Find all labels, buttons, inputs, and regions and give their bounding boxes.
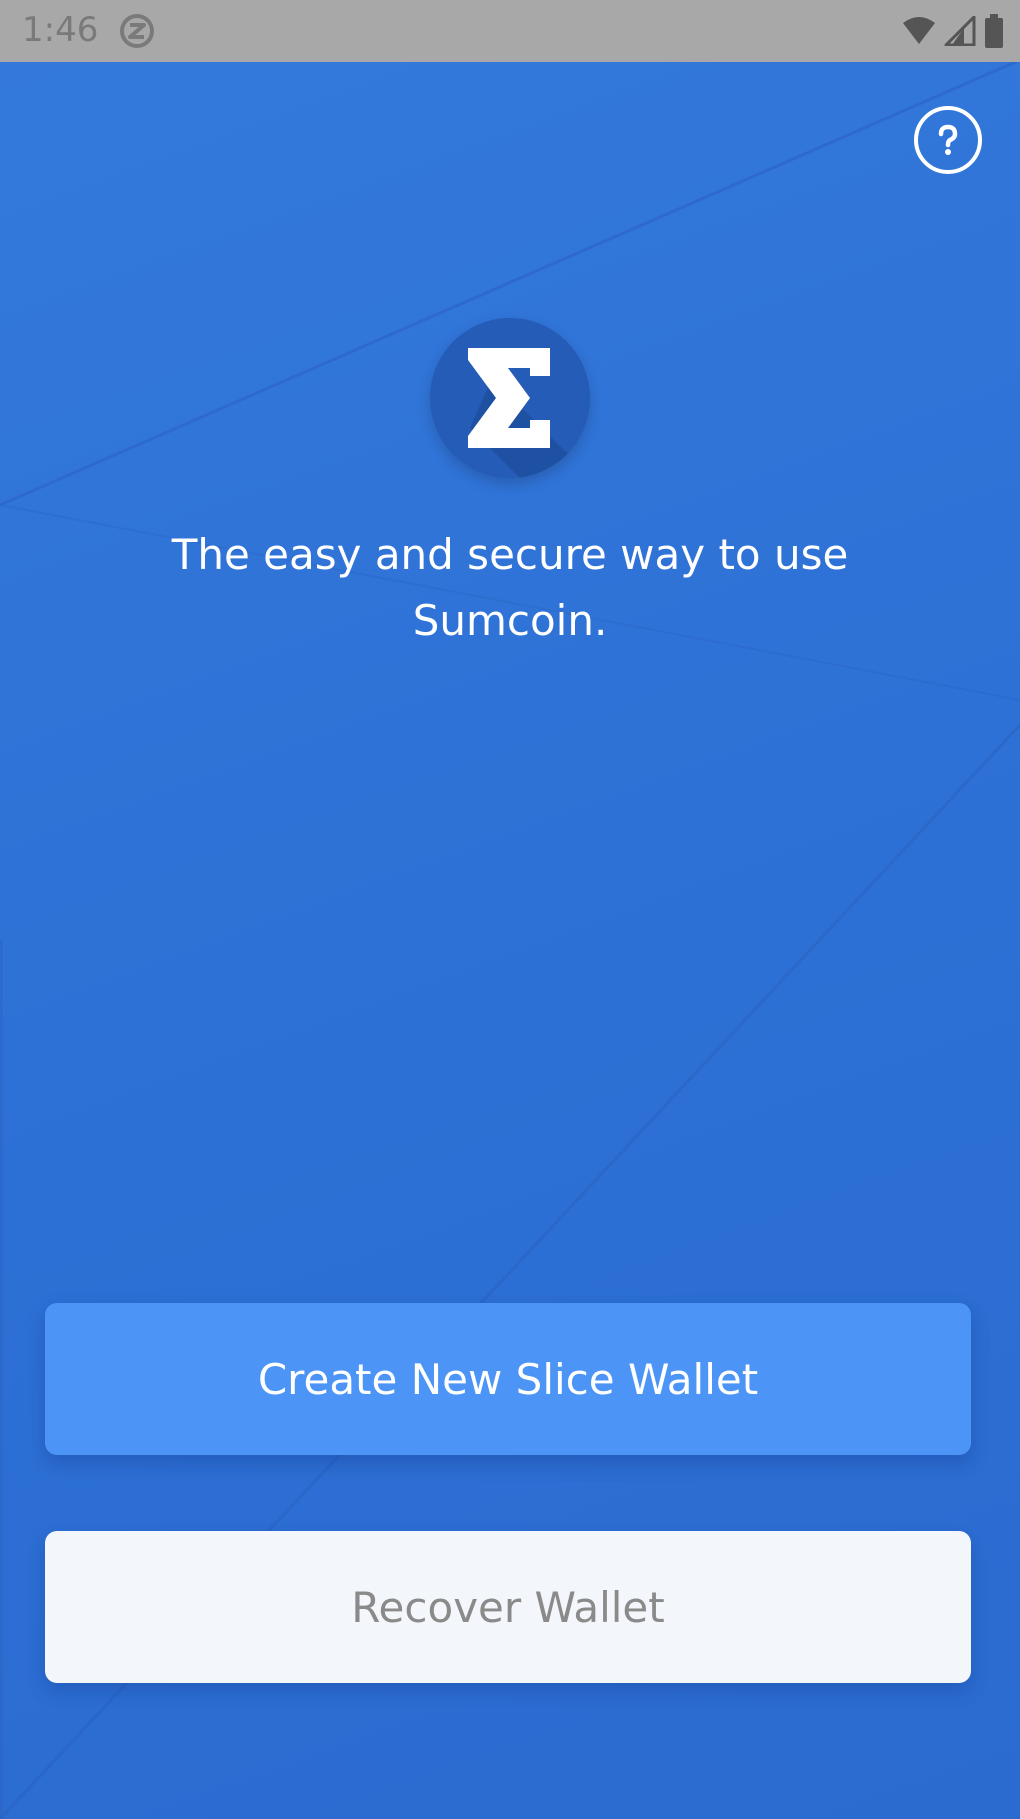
wifi-icon xyxy=(902,16,936,46)
signal-icon xyxy=(944,16,976,46)
recover-wallet-button[interactable]: Recover Wallet xyxy=(45,1531,971,1683)
tagline: The easy and secure way to use Sumcoin. xyxy=(171,530,849,645)
battery-icon xyxy=(984,14,1004,48)
help-circle-icon xyxy=(938,124,958,155)
create-new-wallet-button[interactable]: Create New Slice Wallet xyxy=(45,1303,971,1455)
status-bar: 1:46 xyxy=(0,0,1020,62)
status-time: 1:46 xyxy=(22,10,99,50)
help-button[interactable] xyxy=(914,106,982,174)
status-icons xyxy=(902,12,1004,50)
welcome-screen: 1:46 The easy and secure way to use Sumc… xyxy=(0,0,1020,1819)
sigma-logo-icon xyxy=(430,318,590,478)
sumcoin-logo xyxy=(430,318,590,478)
app-notification-icon xyxy=(118,12,156,50)
